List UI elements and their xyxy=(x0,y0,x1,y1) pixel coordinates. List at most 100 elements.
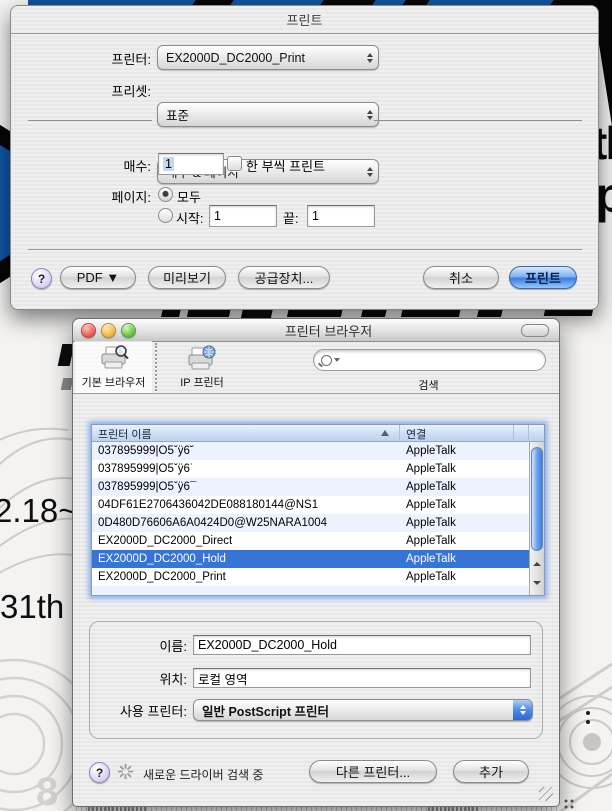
tab-ip-printer[interactable]: IP 프린터 xyxy=(163,341,241,393)
name-input[interactable]: EX2000D_DC2000_Hold xyxy=(193,635,531,655)
pages-to-input[interactable]: 1 xyxy=(307,205,375,227)
stepper-arrows-icon xyxy=(362,46,378,69)
printer-label: 프린터: xyxy=(51,49,151,68)
connection-cell: AppleTalk xyxy=(400,481,514,493)
connection-cell: AppleTalk xyxy=(400,463,514,475)
pages-label: 페이지: xyxy=(51,187,151,206)
toolbar-collapse-button[interactable] xyxy=(521,324,549,337)
scroll-up-button[interactable] xyxy=(530,554,544,573)
column-header-printer-name[interactable]: 프린터 이름 xyxy=(92,425,400,442)
printer-popup[interactable]: EX2000D_DC2000_Print xyxy=(157,45,379,70)
pdf-menu-button[interactable]: PDF ▼ xyxy=(60,266,136,289)
column-header-printer-name-label: 프린터 이름 xyxy=(98,426,152,442)
search-label: 검색 xyxy=(313,377,544,393)
pages-from-input[interactable]: 1 xyxy=(209,205,277,227)
help-button[interactable]: ? xyxy=(89,762,110,783)
pages-from-radio[interactable] xyxy=(158,208,173,223)
stepper-arrows-icon xyxy=(513,700,532,720)
browser-titlebar[interactable]: 프린터 브라우저 xyxy=(73,319,559,342)
connection-cell: AppleTalk xyxy=(400,535,514,547)
location-input[interactable]: 로컬 영역 xyxy=(193,668,531,688)
collate-checkbox[interactable] xyxy=(227,156,242,171)
preview-button[interactable]: 미리보기 xyxy=(148,266,226,289)
printer-name-cell: EX2000D_DC2000_Hold xyxy=(92,553,400,565)
desktop-text-31th: 31th xyxy=(0,588,64,626)
more-printers-button[interactable]: 다른 프린터... xyxy=(309,760,437,783)
collate-label: 한 부씩 프린트 xyxy=(246,156,376,175)
table-row[interactable]: 037895999|Ò5ˇÿ6˘AppleTalk xyxy=(92,442,529,460)
toolbar-separator xyxy=(155,343,157,391)
supplies-label: 공급장치... xyxy=(255,268,314,287)
connection-cell: AppleTalk xyxy=(400,553,514,565)
search-input[interactable] xyxy=(344,352,545,368)
cancel-label: 취소 xyxy=(449,268,473,287)
browser-toolbar: 기본 브라우저 IP 프린터 검색 xyxy=(73,341,559,394)
desktop-text-218: 2.18~ xyxy=(0,492,78,530)
help-label: ? xyxy=(96,766,103,780)
printer-name-cell: 0D480D76606A6A0424D0@W25NARA1004 xyxy=(92,517,400,529)
table-row[interactable]: 04DF61E2706436042DE088180144@NS1AppleTal… xyxy=(92,496,529,514)
zoom-button[interactable] xyxy=(121,323,136,338)
table-row[interactable]: 037895999|Ò5ˇÿ6¯AppleTalk xyxy=(92,478,529,496)
printer-name-cell: EX2000D_DC2000_Direct xyxy=(92,535,400,547)
connection-cell: AppleTalk xyxy=(400,517,514,529)
table-row[interactable]: 037895999|Ò5ˇÿ6˙AppleTalk xyxy=(92,460,529,478)
cancel-button[interactable]: 취소 xyxy=(423,266,499,289)
printer-name-cell: 04DF61E2706436042DE088180144@NS1 xyxy=(92,499,400,511)
scrollbar-thumb[interactable] xyxy=(531,447,543,551)
location-value: 로컬 영역 xyxy=(198,669,247,688)
desktop: th p 2.18~ 31th 8 프린트 프린터: EX2000D_DC200… xyxy=(0,0,612,811)
copies-label: 매수: xyxy=(51,156,151,175)
vertical-scrollbar[interactable] xyxy=(529,442,544,595)
help-button[interactable]: ? xyxy=(31,268,52,289)
browser-status-row: ? 새로운 드라이버 검색 중 다른 프린터... 추가 xyxy=(73,759,559,789)
supplies-button[interactable]: 공급장치... xyxy=(238,266,330,289)
stepper-arrows-icon xyxy=(362,103,378,126)
more-printers-label: 다른 프린터... xyxy=(336,762,410,781)
column-header-connection-label: 연결 xyxy=(406,426,426,442)
printer-globe-icon xyxy=(186,345,218,373)
chevron-down-icon xyxy=(334,358,340,362)
table-row[interactable]: EX2000D_DC2000_DirectAppleTalk xyxy=(92,532,529,550)
search-field[interactable] xyxy=(313,349,546,371)
name-value: EX2000D_DC2000_Hold xyxy=(198,638,337,652)
printer-popup-value: EX2000D_DC2000_Print xyxy=(166,51,362,65)
print-label: 프린트 xyxy=(525,268,561,287)
location-label: 위치: xyxy=(90,669,187,688)
preset-popup[interactable]: 표준 xyxy=(157,102,379,127)
scroll-down-button[interactable] xyxy=(530,573,544,592)
print-using-popup[interactable]: 일반 PostScript 프린터 xyxy=(193,699,533,721)
resize-grip[interactable] xyxy=(539,787,553,801)
divider-line xyxy=(28,249,582,250)
print-using-value: 일반 PostScript 프린터 xyxy=(202,701,509,720)
print-button[interactable]: 프린트 xyxy=(509,266,577,289)
printer-name-cell: EX2000D_DC2000_Print xyxy=(92,571,400,583)
table-row[interactable]: EX2000D_DC2000_PrintAppleTalk xyxy=(92,568,529,586)
browser-window-title: 프린터 브라우저 xyxy=(136,321,521,340)
column-header-connection[interactable]: 연결 xyxy=(400,425,514,442)
pdf-menu-label: PDF ▼ xyxy=(77,270,119,285)
sort-ascending-icon xyxy=(381,430,389,436)
preset-popup-value: 표준 xyxy=(166,105,362,124)
printer-browser-window: 프린터 브라우저 기본 브라우저 xyxy=(72,318,560,807)
copies-input[interactable]: 1 xyxy=(158,153,224,175)
location-row: 위치: 로컬 영역 xyxy=(90,667,542,689)
status-text: 새로운 드라이버 검색 중 xyxy=(143,766,263,783)
table-row xyxy=(92,586,529,595)
table-row[interactable]: 0D480D76606A6A0424D0@W25NARA1004AppleTal… xyxy=(92,514,529,532)
minimize-button[interactable] xyxy=(101,323,116,338)
preset-label: 프리셋: xyxy=(51,81,151,100)
pages-all-radio[interactable] xyxy=(158,187,173,202)
tab-default-browser[interactable]: 기본 브라우저 xyxy=(75,341,152,393)
divider-line xyxy=(28,120,152,121)
print-dialog-title: 프린트 xyxy=(11,6,598,34)
search-icon xyxy=(321,355,332,366)
copies-value: 1 xyxy=(163,157,174,171)
connection-cell: AppleTalk xyxy=(400,445,514,457)
close-button[interactable] xyxy=(81,323,96,338)
table-row[interactable]: EX2000D_DC2000_HoldAppleTalk xyxy=(92,550,529,568)
printer-search-icon xyxy=(98,345,130,373)
tab-ip-printer-label: IP 프린터 xyxy=(180,374,224,390)
name-label: 이름: xyxy=(90,636,187,655)
add-button[interactable]: 추가 xyxy=(453,760,529,783)
